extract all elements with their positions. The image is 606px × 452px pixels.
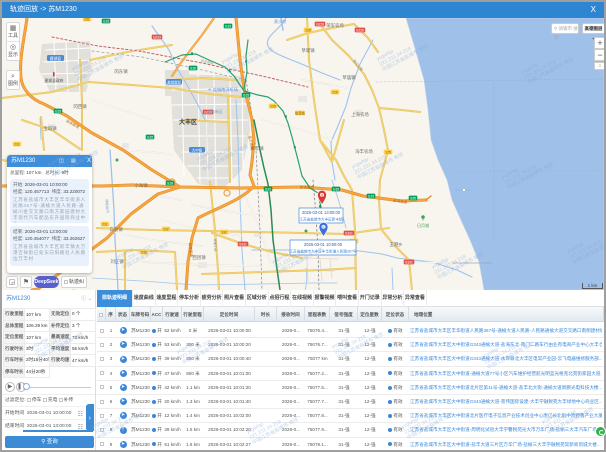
svg-text:332: 332	[221, 230, 227, 234]
svg-text:G15: G15	[243, 93, 249, 97]
svg-text:✈ 盐城南洋机场: ✈ 盐城南洋机场	[208, 86, 238, 93]
svg-text:起: 起	[322, 225, 325, 229]
svg-text:江苏省盐城市大丰区丰华街道人民路367号: 江苏省盐城市大丰区丰华街道人民路367号	[289, 248, 356, 253]
svg-text:G233: G233	[153, 35, 161, 39]
svg-text:盐城监狱: 盐城监狱	[167, 79, 181, 84]
svg-text:江苏省盐城市大丰区新丰镇: 江苏省盐城市大丰区新丰镇	[299, 216, 343, 221]
svg-text:盐洛高速: 盐洛高速	[300, 184, 315, 190]
svg-text:231: 231	[14, 142, 20, 146]
svg-text:小海镇: 小海镇	[134, 182, 148, 189]
svg-text:日月湖: 日月湖	[417, 222, 429, 228]
svg-text:终: 终	[321, 193, 324, 197]
svg-text:草堰镇: 草堰镇	[301, 47, 315, 54]
svg-text:陈李线: 陈李线	[295, 110, 306, 115]
svg-text:白驹镇: 白驹镇	[109, 226, 123, 233]
svg-text:建湖县: 建湖县	[50, 56, 62, 61]
svg-text:大中镇: 大中镇	[192, 147, 203, 152]
svg-text:232: 232	[163, 227, 169, 231]
svg-text:S331: S331	[239, 242, 247, 246]
svg-text:231: 231	[84, 18, 90, 21]
svg-text:G15: G15	[103, 19, 109, 23]
svg-text:S18: S18	[190, 66, 196, 70]
svg-text:G22: G22	[265, 187, 271, 191]
svg-text:S226: S226	[356, 28, 364, 32]
svg-text:草庙镇: 草庙镇	[342, 74, 356, 81]
svg-text:宝塔镇: 宝塔镇	[43, 125, 57, 132]
svg-text:G15: G15	[55, 109, 61, 113]
svg-text:229: 229	[270, 104, 276, 108]
svg-text:上海农场: 上海农场	[351, 111, 369, 118]
svg-text:226: 226	[332, 90, 338, 94]
svg-text:冈东镇: 冈东镇	[114, 68, 128, 75]
svg-text:大丰区: 大丰区	[179, 118, 197, 126]
svg-text:G228: G228	[316, 22, 324, 26]
svg-text:G15: G15	[368, 194, 374, 198]
svg-text:S331: S331	[405, 260, 413, 264]
svg-text:通榆运河: 通榆运河	[105, 199, 111, 213]
svg-text:G15: G15	[225, 24, 231, 28]
svg-text:城东新区: 城东新区	[207, 108, 223, 114]
svg-text:232: 232	[141, 250, 147, 254]
svg-text:王港乡: 王港乡	[389, 241, 402, 248]
svg-text:西团镇: 西团镇	[192, 254, 206, 261]
svg-text:新丰镇: 新丰镇	[250, 145, 264, 152]
svg-text:草堰丁线: 草堰丁线	[213, 238, 219, 252]
svg-text:125: 125	[385, 150, 391, 154]
svg-text:2026-03-01 13:00:00: 2026-03-01 13:00:00	[302, 210, 341, 215]
svg-text:S18: S18	[167, 181, 173, 185]
svg-text:226: 226	[305, 28, 311, 32]
svg-text:海丰农场: 海丰农场	[355, 148, 373, 155]
svg-text:2026-03-01 10:00:00: 2026-03-01 10:00:00	[304, 242, 343, 247]
svg-text:刘庄镇: 刘庄镇	[110, 258, 124, 265]
svg-text:黄沙港: 黄沙港	[274, 18, 286, 24]
svg-text:荣军农场: 荣军农场	[326, 22, 344, 29]
svg-text:建湖县政府: 建湖县政府	[45, 78, 64, 83]
svg-text:S331: S331	[345, 231, 353, 235]
svg-text:G15: G15	[147, 135, 153, 139]
svg-text:冈西镇: 冈西镇	[73, 103, 87, 110]
svg-text:S35: S35	[410, 196, 416, 200]
svg-text:231: 231	[102, 222, 108, 226]
svg-text:G15: G15	[333, 187, 339, 191]
